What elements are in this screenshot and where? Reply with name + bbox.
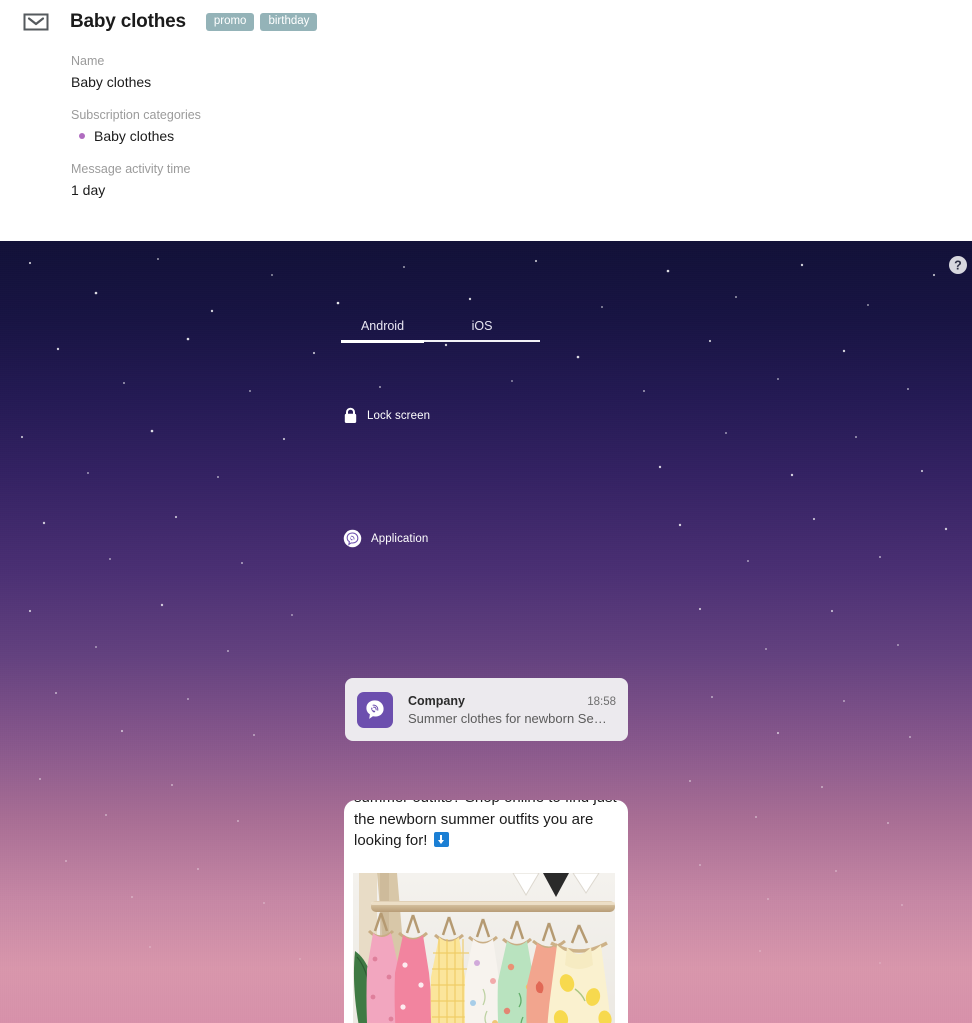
baby-dresses-photo: Family (353, 873, 615, 1023)
section-application: Application (343, 529, 428, 548)
section-lock-screen: Lock screen (343, 407, 430, 424)
field-subscription-categories-label: Subscription categories (71, 108, 201, 122)
category-label: Baby clothes (94, 128, 175, 144)
lock-notification-time: 18:58 (587, 695, 616, 708)
tab-ios[interactable]: iOS (424, 319, 540, 343)
campaign-info-panel: Baby clothes promo birthday Name Baby cl… (0, 0, 972, 241)
message-line-1: summer outfits? Shop online to find (354, 800, 589, 806)
tag-birthday[interactable]: birthday (260, 12, 318, 32)
tag-promo[interactable]: promo (205, 12, 255, 32)
platform-tabs: Android iOS (341, 319, 540, 343)
field-name: Name Baby clothes (71, 54, 151, 91)
lock-screen-notification[interactable]: Company 18:58 Summer clothes for newborn… (345, 678, 628, 741)
field-message-activity-time: Message activity time 1 day (71, 162, 190, 199)
tag-row: promo birthday (205, 12, 318, 32)
field-name-value: Baby clothes (71, 74, 152, 90)
lock-notification-sender: Company (408, 693, 465, 708)
info-header: Baby clothes promo birthday (20, 6, 318, 38)
message-preview-pane: ? Android iOS Lock screen Company 18:58 (0, 241, 972, 1023)
tab-android[interactable]: Android (341, 319, 424, 343)
category-dot-icon (79, 133, 85, 139)
list-item: Baby clothes (71, 128, 201, 144)
lock-notification-text: Company 18:58 Summer clothes for newborn… (408, 694, 616, 726)
message-body-text: summer outfits? Shop online to find just… (354, 800, 618, 852)
viber-circle-icon (343, 529, 362, 548)
lock-icon (344, 407, 357, 423)
page-title: Baby clothes (70, 11, 186, 32)
subscription-category-list: Baby clothes (71, 128, 201, 144)
section-application-label: Application (371, 532, 429, 545)
application-message-card[interactable]: summer outfits? Shop online to find just… (344, 800, 628, 1023)
field-subscription-categories: Subscription categories Baby clothes (71, 108, 201, 144)
field-message-activity-time-label: Message activity time (71, 162, 191, 176)
field-message-activity-time-value: 1 day (71, 182, 106, 198)
viber-app-icon (357, 691, 393, 728)
section-lock-screen-label: Lock screen (367, 409, 431, 422)
question-mark-help-icon[interactable]: ? (948, 255, 968, 275)
down-arrow-emoji (433, 832, 449, 847)
field-name-label: Name (71, 54, 105, 68)
lock-notification-body: Summer clothes for newborn Se… (408, 710, 607, 726)
envelope-icon (20, 6, 52, 38)
svg-text:?: ? (954, 258, 962, 272)
